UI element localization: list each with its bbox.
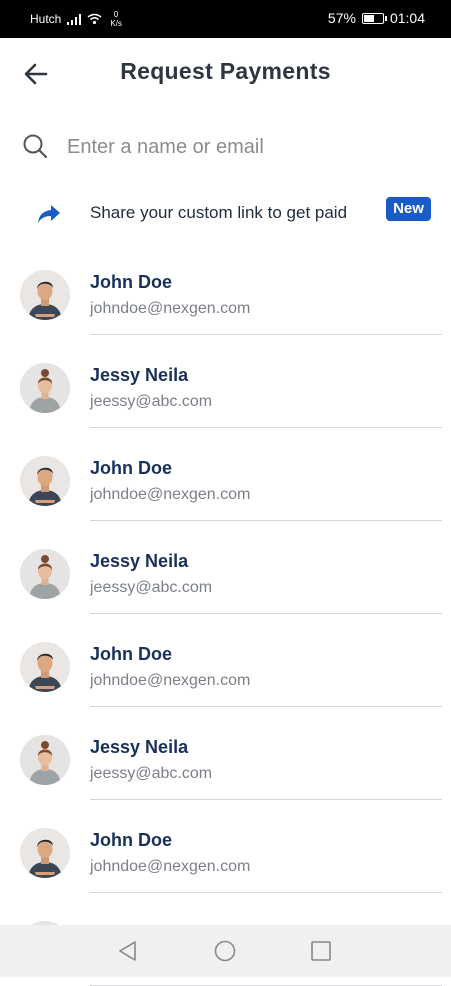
- contact-email: johndoe@nexgen.com: [90, 486, 251, 503]
- share-link-row[interactable]: Share your custom link to get paid: [0, 192, 451, 232]
- male-avatar: [20, 456, 70, 506]
- female-avatar: [20, 735, 70, 785]
- system-navigation-bar: [0, 925, 451, 977]
- contact-name: Jessy Neila: [90, 551, 189, 571]
- share-link-label: Share your custom link to get paid: [90, 203, 348, 222]
- contact-row[interactable]: John Doe johndoe@nexgen.com: [0, 614, 451, 707]
- nav-back-icon[interactable]: [116, 939, 140, 963]
- contact-row[interactable]: Jessy Neila jeessy@abc.com: [0, 521, 451, 614]
- clock: 01:04: [389, 10, 425, 26]
- contact-name: Jessy Neila: [90, 365, 189, 385]
- network-speed: 0 K/s: [110, 10, 122, 28]
- female-avatar: [20, 549, 70, 599]
- contact-row[interactable]: Jessy Neila jeessy@abc.com: [0, 707, 451, 800]
- female-avatar: [20, 363, 70, 413]
- contact-email: johndoe@nexgen.com: [90, 672, 251, 689]
- battery-icon: [361, 12, 387, 24]
- nav-home-icon[interactable]: [213, 939, 237, 963]
- contact-row[interactable]: John Doe johndoe@nexgen.com: [0, 428, 451, 521]
- search-icon: [23, 134, 48, 159]
- search-bar[interactable]: [22, 126, 432, 166]
- contact-row[interactable]: Jessy Neila jeessy@abc.com: [0, 335, 451, 428]
- battery-percent: 57%: [327, 10, 356, 26]
- contact-name: John Doe: [90, 272, 173, 292]
- contact-name: John Doe: [90, 830, 173, 850]
- contact-row[interactable]: John Doe johndoe@nexgen.com: [0, 800, 451, 893]
- contact-name: John Doe: [90, 458, 173, 478]
- contact-email: jeessy@abc.com: [90, 393, 213, 410]
- contact-list: John Doe johndoe@nexgen.com Jessy Neila jee…: [0, 242, 451, 986]
- carrier-name: Hutch: [30, 12, 62, 26]
- wifi-icon: [87, 13, 102, 25]
- male-avatar: [20, 828, 70, 878]
- share-arrow-icon: [38, 205, 60, 223]
- network-speed-unit: K/s: [110, 19, 122, 28]
- contact-row[interactable]: John Doe johndoe@nexgen.com: [0, 242, 451, 335]
- contact-email: johndoe@nexgen.com: [90, 300, 251, 317]
- contact-email: jeessy@abc.com: [90, 579, 213, 596]
- contact-email: johndoe@nexgen.com: [90, 858, 251, 875]
- status-bar: Hutch 0 K/s 57% 01:04: [0, 0, 451, 38]
- new-badge: New: [386, 197, 431, 221]
- nav-recents-icon[interactable]: [309, 939, 333, 963]
- male-avatar: [20, 270, 70, 320]
- male-avatar: [20, 642, 70, 692]
- network-speed-value: 0: [113, 10, 119, 19]
- contact-email: jeessy@abc.com: [90, 765, 213, 782]
- contact-name: John Doe: [90, 644, 173, 664]
- page-title: Request Payments: [120, 58, 331, 84]
- signal-icon: [67, 13, 82, 25]
- search-input[interactable]: [65, 130, 419, 164]
- contact-name: Jessy Neila: [90, 737, 189, 757]
- app-header: Request Payments: [0, 38, 451, 108]
